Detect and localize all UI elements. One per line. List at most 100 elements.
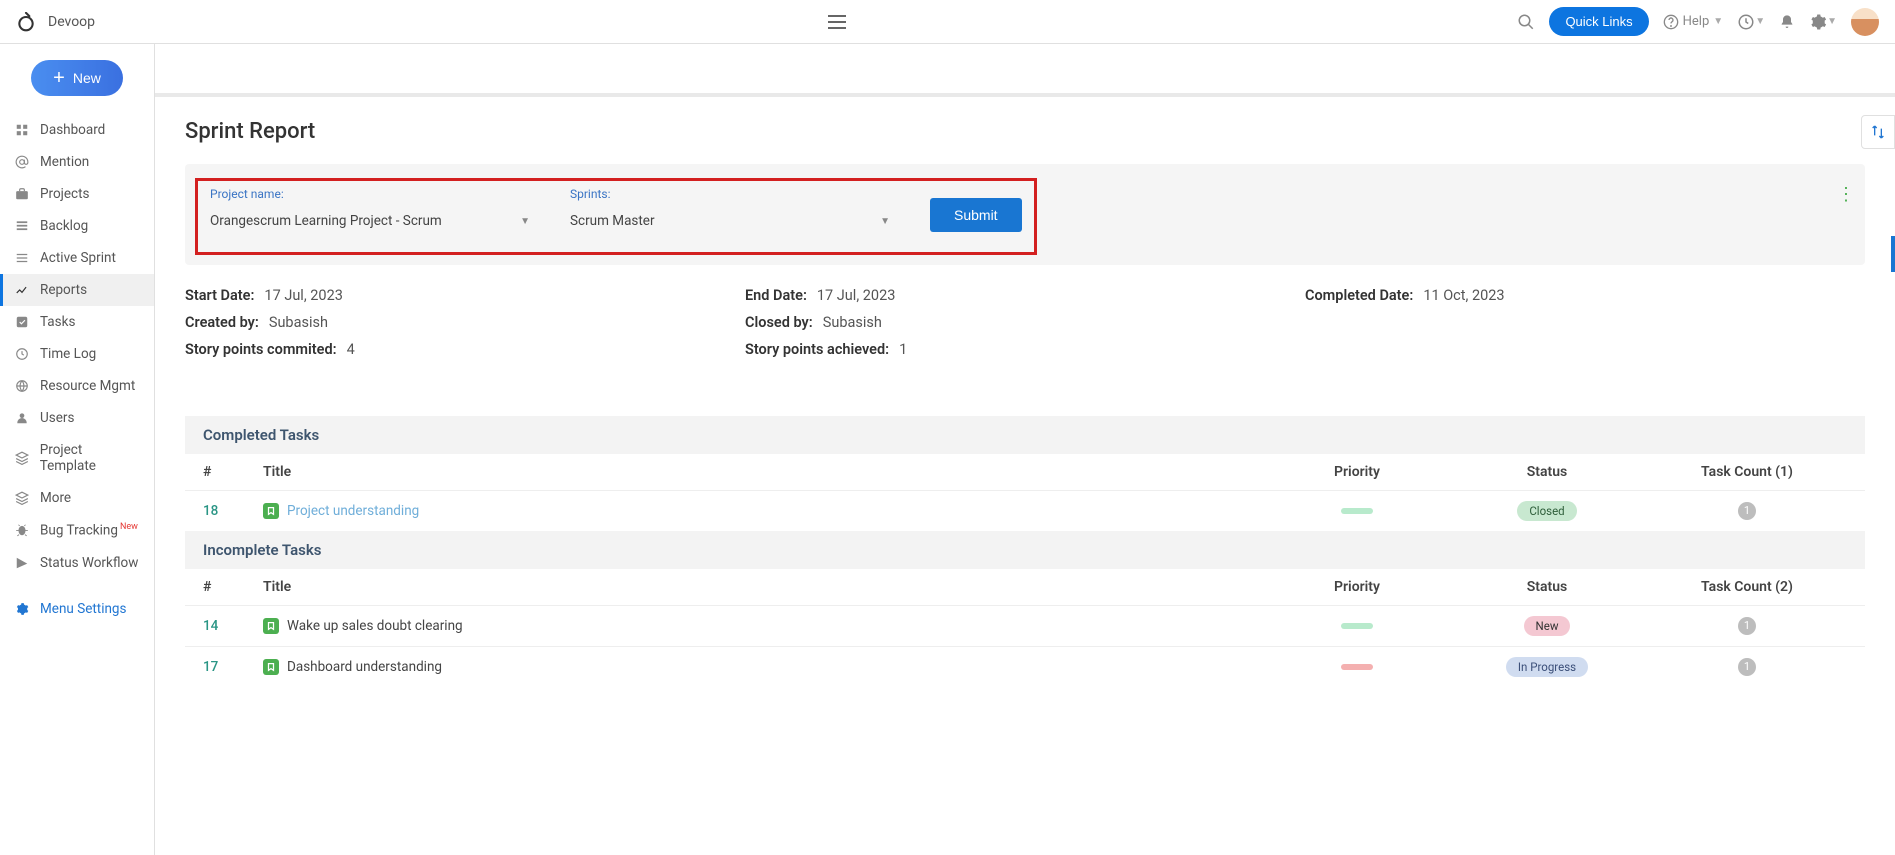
- mention-icon: [14, 154, 30, 170]
- brand-text: Devoop: [48, 14, 95, 30]
- chevron-down-icon: ▼: [880, 216, 890, 227]
- priority-indicator: [1341, 623, 1373, 629]
- closed-by-value: Subasish: [823, 314, 882, 331]
- sidebar-item-status-workflow[interactable]: Status Workflow: [0, 547, 154, 579]
- chevron-down-icon: ▼: [1713, 16, 1723, 27]
- dashboard-icon: [14, 122, 30, 138]
- sidebar-item-tasks[interactable]: Tasks: [0, 306, 154, 338]
- kebab-icon[interactable]: ⋮: [1837, 184, 1855, 205]
- stack-icon: [14, 490, 30, 506]
- check-icon: [14, 314, 30, 330]
- chevron-down-icon: ▼: [520, 216, 530, 227]
- sidebar-item-label: Active Sprint: [40, 250, 116, 266]
- history-icon[interactable]: ▼: [1737, 13, 1765, 31]
- start-date-value: 17 Jul, 2023: [264, 287, 342, 304]
- new-badge: New: [120, 522, 138, 532]
- stack-icon: [14, 450, 30, 466]
- completed-tasks-header: Completed Tasks: [185, 416, 1865, 454]
- lines-icon: [14, 250, 30, 266]
- new-button[interactable]: + New: [31, 60, 123, 96]
- sp-committed-label: Story points commited:: [185, 341, 337, 358]
- created-by-value: Subasish: [269, 314, 328, 331]
- sp-achieved-label: Story points achieved:: [745, 341, 889, 358]
- sidebar-item-label: Users: [40, 410, 74, 426]
- status-badge: In Progress: [1506, 657, 1588, 677]
- clock-icon: [14, 346, 30, 362]
- sidebar-item-active-sprint[interactable]: Active Sprint: [0, 242, 154, 274]
- project-name-select[interactable]: Orangescrum Learning Project - Scrum ▼: [210, 209, 530, 234]
- sprints-select[interactable]: Scrum Master ▼: [570, 209, 890, 234]
- closed-by-label: Closed by:: [745, 314, 813, 331]
- task-id[interactable]: 14: [203, 618, 263, 634]
- sidebar-item-resource-mgmt[interactable]: Resource Mgmt: [0, 370, 154, 402]
- sidebar-item-label: Time Log: [40, 346, 96, 362]
- quick-links-button[interactable]: Quick Links: [1549, 7, 1648, 36]
- sidebar-item-more[interactable]: More: [0, 482, 154, 514]
- col-task-count: Task Count (1): [1647, 464, 1847, 480]
- sidebar-item-label: Projects: [40, 186, 90, 202]
- sidebar-item-label: Project Template: [40, 442, 140, 474]
- sidebar-item-label: Status Workflow: [40, 555, 138, 571]
- story-icon: [263, 659, 279, 675]
- layers-icon: [14, 218, 30, 234]
- col-num: #: [203, 579, 263, 595]
- task-count: 1: [1738, 617, 1756, 635]
- chevron-down-icon: ▼: [1827, 16, 1837, 27]
- sp-committed-value: 4: [347, 341, 355, 358]
- col-num: #: [203, 464, 263, 480]
- task-title[interactable]: Dashboard understanding: [287, 659, 442, 675]
- main: Sprint Report ⋮ Project name: Orangescru…: [155, 44, 1895, 709]
- task-title[interactable]: Wake up sales doubt clearing: [287, 618, 463, 634]
- task-title[interactable]: Project understanding: [287, 503, 419, 519]
- col-task-count: Task Count (2): [1647, 579, 1847, 595]
- swap-icon[interactable]: [1861, 115, 1895, 149]
- col-title: Title: [263, 464, 1267, 480]
- avatar[interactable]: [1851, 8, 1879, 36]
- sidebar-item-label: Tasks: [40, 314, 75, 330]
- completed-date-label: Completed Date:: [1305, 287, 1413, 304]
- sidebar-item-label: Dashboard: [40, 122, 105, 138]
- gear-icon: [14, 601, 30, 617]
- sidebar-item-reports[interactable]: Reports: [0, 274, 154, 306]
- task-id[interactable]: 18: [203, 503, 263, 519]
- help-label: Help: [1683, 14, 1710, 29]
- sidebar-item-backlog[interactable]: Backlog: [0, 210, 154, 242]
- bug-icon: [14, 522, 30, 538]
- hamburger-icon[interactable]: [828, 15, 846, 29]
- task-count: 1: [1738, 658, 1756, 676]
- table-row: 18 Project understanding Closed 1: [185, 490, 1865, 531]
- submit-button[interactable]: Submit: [930, 198, 1022, 232]
- sidebar-item-users[interactable]: Users: [0, 402, 154, 434]
- plus-icon: +: [53, 68, 65, 88]
- status-badge: Closed: [1517, 501, 1576, 521]
- menu-settings[interactable]: Menu Settings: [0, 593, 154, 625]
- sidebar-item-label: Bug TrackingNew: [40, 522, 138, 539]
- end-date-value: 17 Jul, 2023: [817, 287, 895, 304]
- col-status: Status: [1447, 464, 1647, 480]
- sidebar-item-time-log[interactable]: Time Log: [0, 338, 154, 370]
- start-date-label: Start Date:: [185, 287, 254, 304]
- sidebar-item-label: Resource Mgmt: [40, 378, 135, 394]
- sidebar-item-projects[interactable]: Projects: [0, 178, 154, 210]
- sidebar-item-mention[interactable]: Mention: [0, 146, 154, 178]
- sp-achieved-value: 1: [899, 341, 907, 358]
- priority-indicator: [1341, 664, 1373, 670]
- bell-icon[interactable]: [1779, 13, 1795, 31]
- sidebar-item-label: Reports: [40, 282, 87, 298]
- sidebar-item-project-template[interactable]: Project Template: [0, 434, 154, 482]
- help-menu[interactable]: Help ▼: [1663, 14, 1724, 30]
- sidebar-item-dashboard[interactable]: Dashboard: [0, 114, 154, 146]
- col-priority: Priority: [1267, 464, 1447, 480]
- flow-icon: [14, 555, 30, 571]
- task-id[interactable]: 17: [203, 659, 263, 675]
- sidebar-item-bug-tracking[interactable]: Bug TrackingNew: [0, 514, 154, 547]
- gear-icon[interactable]: ▼: [1809, 13, 1837, 31]
- menu-settings-label: Menu Settings: [40, 601, 126, 617]
- sidebar: + New Dashboard Mention Projects Backlog Act…: [0, 44, 155, 855]
- scroll-accent: [1891, 236, 1895, 272]
- briefcase-icon: [14, 186, 30, 202]
- col-status: Status: [1447, 579, 1647, 595]
- end-date-label: End Date:: [745, 287, 807, 304]
- table-row: 17 Dashboard understanding In Progress 1: [185, 646, 1865, 687]
- search-icon[interactable]: [1517, 13, 1535, 31]
